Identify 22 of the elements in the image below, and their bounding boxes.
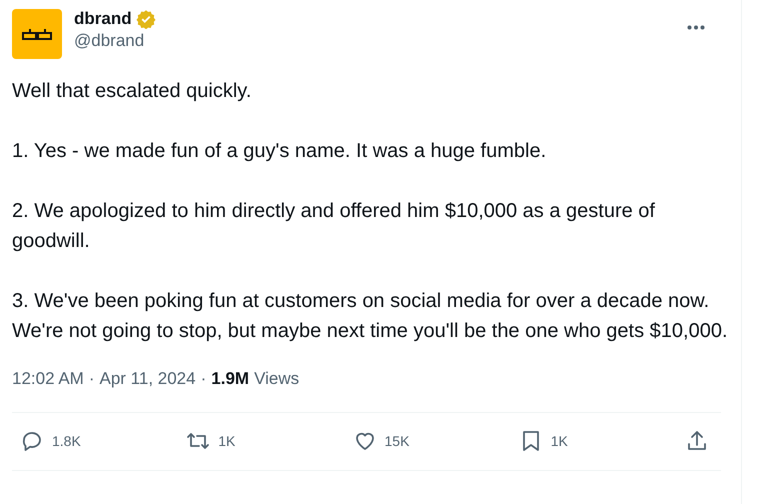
reply-icon bbox=[20, 429, 44, 453]
avatar[interactable] bbox=[12, 9, 62, 59]
post-paragraph: 3. We've been poking fun at customers on social media for over a decade now. We're not going to stop, but maybe next time you'll be the one who gets $10,000. bbox=[12, 289, 728, 344]
like-button[interactable]: 15K bbox=[352, 429, 462, 453]
reply-button[interactable]: 1.8K bbox=[20, 429, 130, 453]
views-count: 1.9M bbox=[211, 368, 250, 390]
logo-icon bbox=[22, 28, 52, 40]
author-name[interactable]: dbrand bbox=[74, 8, 132, 30]
author-handle[interactable]: @dbrand bbox=[74, 30, 156, 52]
post-paragraph: Well that escalated quickly. bbox=[12, 79, 252, 104]
views-label: Views bbox=[254, 368, 300, 390]
repost-button[interactable]: 1K bbox=[186, 429, 296, 453]
post-date[interactable]: Apr 11, 2024 bbox=[100, 366, 196, 392]
share-button[interactable] bbox=[685, 429, 709, 453]
separator-dot: · bbox=[200, 368, 206, 390]
separator-dot: · bbox=[88, 368, 94, 390]
post-time[interactable]: 12:02 AM bbox=[12, 366, 84, 392]
bookmark-button[interactable]: 1K bbox=[518, 429, 629, 453]
share-icon bbox=[685, 429, 709, 453]
more-icon[interactable] bbox=[687, 25, 705, 30]
post-paragraph: 1. Yes - we made fun of a guy's name. It was a huge fumble. bbox=[12, 139, 548, 164]
post-paragraph: 2. We apologized to him directly and offered him $10,000 as a gesture of goodwill. bbox=[12, 199, 656, 254]
